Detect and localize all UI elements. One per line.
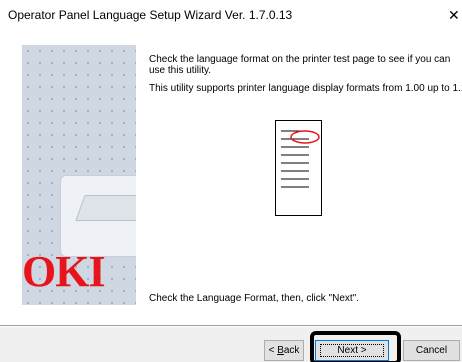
back-label: ack — [283, 345, 300, 356]
title-bar: Operator Panel Language Setup Wizard Ver… — [0, 0, 462, 30]
side-banner: OKI — [22, 45, 136, 305]
back-hotkey: B — [277, 345, 284, 356]
window-title: Operator Panel Language Setup Wizard Ver… — [8, 8, 293, 22]
wizard-content: OKI Check the language format on the pri… — [0, 30, 462, 325]
printer-tray-illustration — [75, 195, 136, 221]
cancel-button[interactable]: Cancel — [403, 340, 460, 361]
close-icon[interactable]: ✕ — [448, 0, 462, 30]
back-prefix: < — [268, 345, 278, 356]
instruction-text: Check the language format on the printer… — [149, 54, 451, 76]
next-button[interactable]: Next > — [315, 340, 389, 361]
focus-ring — [320, 344, 384, 357]
divider-highlight — [0, 326, 462, 327]
support-note-text: This utility supports printer language d… — [149, 83, 462, 94]
bottom-instruction-text: Check the Language Format, then, click "… — [149, 293, 359, 304]
wizard-window: Operator Panel Language Setup Wizard Ver… — [0, 0, 462, 362]
oki-logo: OKI — [22, 247, 106, 296]
back-button[interactable]: < Back — [264, 340, 304, 361]
test-page-icon — [275, 120, 322, 216]
